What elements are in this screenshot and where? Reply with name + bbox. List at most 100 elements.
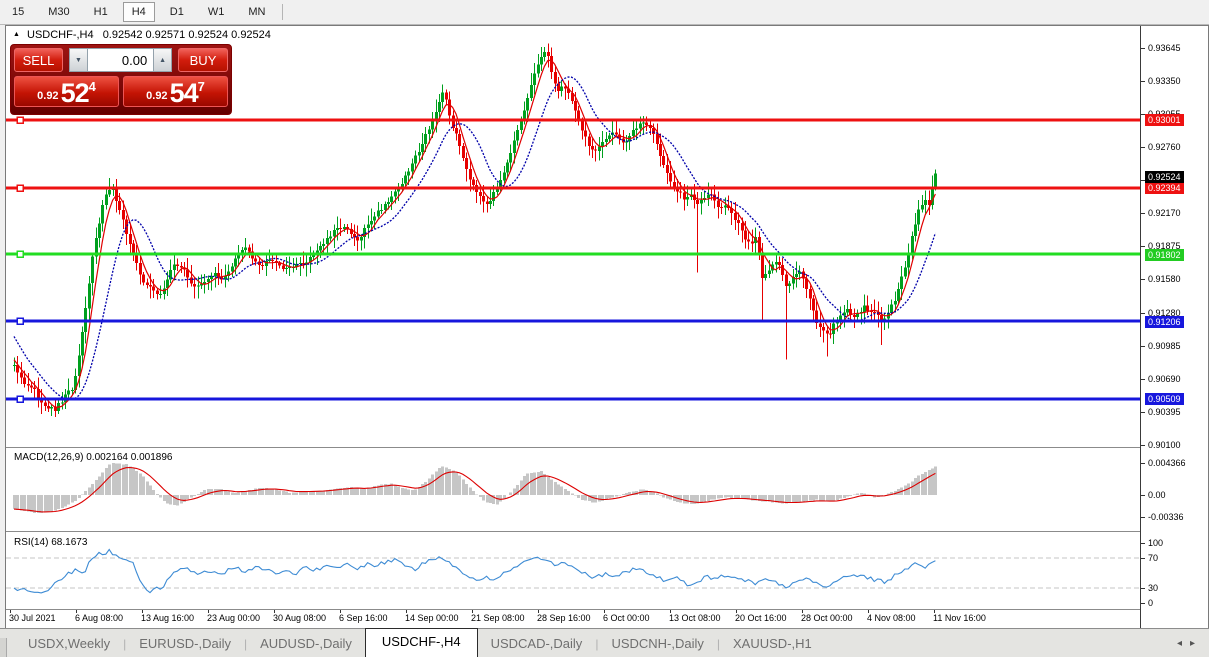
timeframe-h1[interactable]: H1 <box>85 2 117 22</box>
sell-price-button[interactable]: 0.92 52 4 <box>14 76 119 107</box>
chart-tab-xauusd-h1[interactable]: XAUUSD-,H1 <box>720 631 825 657</box>
chart-title: ▲ USDCHF-,H4 0.92542 0.92571 0.92524 0.9… <box>13 29 271 41</box>
macd-tick-mark <box>1141 517 1145 518</box>
price-tick-label: 0.90985 <box>1148 340 1181 352</box>
hline-price-label: 0.90509 <box>1145 393 1184 405</box>
rsi-tick-label: 30 <box>1148 582 1158 594</box>
rsi-indicator-pane[interactable] <box>6 533 1140 608</box>
time-tick-label: 14 Sep 00:00 <box>405 613 459 623</box>
volume-decrease-button[interactable]: ▼ <box>69 48 88 72</box>
line-handle-marker <box>17 318 23 324</box>
time-tick-label: 13 Oct 08:00 <box>669 613 721 623</box>
timeframe-toolbar: 15 M30 H1 H4 D1 W1MN <box>0 0 1209 25</box>
macd-indicator-pane[interactable] <box>6 449 1140 530</box>
buy-button[interactable]: BUY <box>178 48 228 72</box>
price-axis: 0.936450.933500.930550.927600.924650.921… <box>1141 26 1208 628</box>
chart-tab-audusd-daily[interactable]: AUDUSD-,Daily <box>247 631 365 657</box>
time-tick-label: 11 Nov 16:00 <box>933 613 986 623</box>
price-tick-mark <box>1141 445 1145 446</box>
price-tick-label: 0.91580 <box>1148 273 1181 285</box>
rsi-line <box>14 550 935 593</box>
price-tick-label: 0.93645 <box>1148 42 1181 54</box>
line-handle-marker <box>17 185 23 191</box>
price-tick-mark <box>1141 147 1145 148</box>
sell-button[interactable]: SELL <box>14 48 63 72</box>
buy-price-button[interactable]: 0.92 54 7 <box>123 76 228 107</box>
macd-histogram <box>13 463 937 513</box>
price-tick-label: 0.92760 <box>1148 141 1181 153</box>
pane-splitter[interactable] <box>6 531 1207 532</box>
time-tick-label: 6 Sep 16:00 <box>339 613 388 623</box>
price-tick-mark <box>1141 279 1145 280</box>
timeframe-15[interactable]: 15 <box>3 2 33 22</box>
volume-input[interactable]: 0.00 <box>88 48 153 72</box>
time-tick-label: 6 Oct 00:00 <box>603 613 650 623</box>
rsi-tick-mark <box>1141 543 1145 544</box>
chart-tab-usdx-weekly[interactable]: USDX,Weekly <box>15 631 123 657</box>
rsi-tick-label: 0 <box>1148 597 1153 609</box>
time-tick-label: 20 Oct 16:00 <box>735 613 787 623</box>
chart-tab-eurusd-daily[interactable]: EURUSD-,Daily <box>126 631 244 657</box>
line-handle-marker <box>17 117 23 123</box>
time-tick-label: 6 Aug 08:00 <box>75 613 123 623</box>
rsi-tick-mark <box>1141 603 1145 604</box>
time-tick-label: 21 Sep 08:00 <box>471 613 525 623</box>
chart-symbol-label: USDCHF-,H4 <box>27 29 94 41</box>
price-tick-mark <box>1141 379 1145 380</box>
price-tick-mark <box>1141 313 1145 314</box>
timeframe-m30[interactable]: M30 <box>39 2 78 22</box>
hline-price-label: 0.91802 <box>1145 249 1184 261</box>
buy-price-prefix: 0.92 <box>146 90 167 102</box>
price-tick-label: 0.92170 <box>1148 207 1181 219</box>
time-tick-label: 30 Aug 08:00 <box>273 613 326 623</box>
hline-price-label: 0.93001 <box>1145 114 1184 126</box>
chart-tab-usdcnh-daily[interactable]: USDCNH-,Daily <box>598 631 716 657</box>
buy-price-big: 54 <box>170 81 198 106</box>
one-click-trading-panel: SELL ▼ 0.00 ▲ BUY 0.92 52 4 0.92 54 7 <box>10 44 232 115</box>
tab-scroll-right-icon[interactable]: ▸ <box>1190 638 1203 649</box>
time-tick-label: 28 Oct 00:00 <box>801 613 853 623</box>
time-tick-label: 30 Jul 2021 <box>9 613 56 623</box>
macd-tick-label: -0.00336 <box>1148 511 1184 523</box>
toolbar-separator <box>282 4 283 20</box>
price-tick-mark <box>1141 48 1145 49</box>
sell-price-prefix: 0.92 <box>37 90 58 102</box>
price-tick-label: 0.90395 <box>1148 406 1181 418</box>
tabbar-edge <box>0 638 7 657</box>
price-tick-label: 0.93350 <box>1148 75 1181 87</box>
tab-scroll-arrows[interactable]: ◂▸ <box>1177 638 1203 649</box>
timeframe-w1[interactable]: W1 <box>199 2 234 22</box>
pane-splitter[interactable] <box>6 447 1207 448</box>
tab-scroll-left-icon[interactable]: ◂ <box>1177 638 1190 649</box>
rsi-label: RSI(14) 68.1673 <box>14 537 87 548</box>
sell-price-big: 52 <box>61 81 89 106</box>
price-tick-mark <box>1141 346 1145 347</box>
chart-tab-usdchf-h4[interactable]: USDCHF-,H4 <box>365 628 478 657</box>
current-price-label: 0.92524 <box>1145 171 1184 183</box>
time-tick-label: 4 Nov 08:00 <box>867 613 916 623</box>
time-tick-label: 28 Sep 16:00 <box>537 613 591 623</box>
rsi-tick-mark <box>1141 558 1145 559</box>
macd-tick-label: 0.00 <box>1148 489 1166 501</box>
macd-tick-mark <box>1141 495 1145 496</box>
chart-tab-usdcad-daily[interactable]: USDCAD-,Daily <box>478 631 596 657</box>
rsi-tick-label: 100 <box>1148 537 1163 549</box>
price-tick-mark <box>1141 213 1145 214</box>
macd-signal-line <box>14 468 935 512</box>
timeframe-h4[interactable]: H4 <box>123 2 155 22</box>
line-handle-marker <box>17 251 23 257</box>
price-tick-mark <box>1141 412 1145 413</box>
chart-ohlc-values: 0.92542 0.92571 0.92524 0.92524 <box>103 29 271 41</box>
ma-slow-line <box>14 77 935 399</box>
collapse-arrow-icon[interactable]: ▲ <box>13 31 20 38</box>
buy-price-pip: 7 <box>198 79 205 94</box>
mt4-terminal: 15 M30 H1 H4 D1 W1MN ▲ USDCHF-,H4 0.92542 0.9… <box>0 0 1209 657</box>
volume-increase-button[interactable]: ▲ <box>153 48 172 72</box>
hline-price-label: 0.91206 <box>1145 316 1184 328</box>
sell-price-pip: 4 <box>89 79 96 94</box>
macd-label: MACD(12,26,9) 0.002164 0.001896 <box>14 452 172 463</box>
price-tick-mark <box>1141 81 1145 82</box>
timeframe-mn[interactable]: MN <box>239 2 274 22</box>
timeframe-d1[interactable]: D1 <box>161 2 193 22</box>
price-tick-label: 0.90100 <box>1148 439 1181 451</box>
